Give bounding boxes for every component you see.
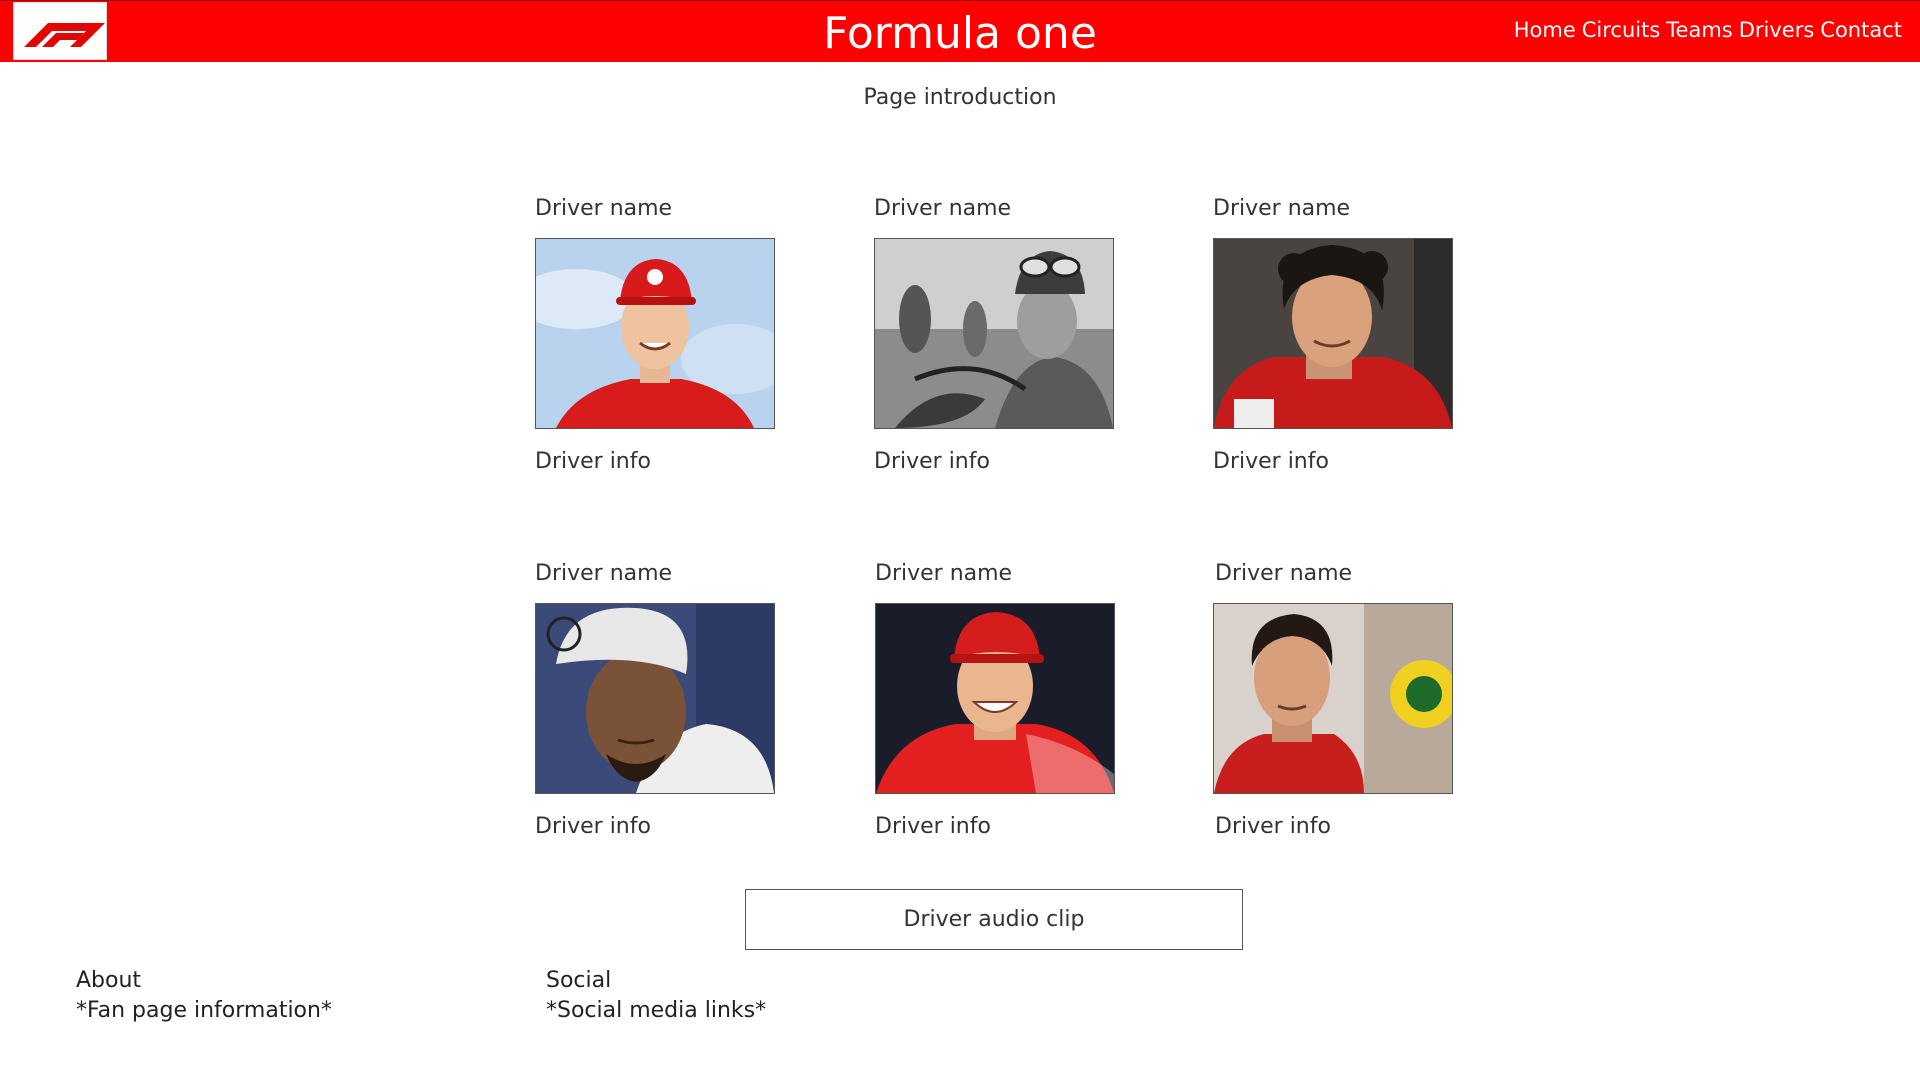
footer-about: About *Fan page information* (76, 966, 332, 1026)
driver-name: Driver name (1215, 561, 1353, 586)
driver-info: Driver info (1215, 814, 1331, 839)
driver-name: Driver name (535, 196, 673, 221)
driver-card: Driver name Driver info (1213, 194, 1453, 477)
driver-card: Driver name Driver info (875, 559, 1115, 842)
footer-social-title: Social (546, 968, 612, 993)
nav-contact[interactable]: Contact (1820, 18, 1902, 42)
driver-info: Driver info (1213, 449, 1329, 474)
driver-info: Driver info (535, 814, 651, 839)
site-header: Formula one Home Circuits Teams Drivers … (0, 0, 1920, 62)
driver-name: Driver name (535, 561, 673, 586)
driver-card: Driver name Driver info (535, 559, 775, 842)
nav-circuits[interactable]: Circuits (1582, 18, 1661, 42)
driver-photo-curly-hair-red-suit[interactable] (1213, 238, 1453, 429)
footer-about-title: About (76, 968, 142, 993)
main-nav: Home Circuits Teams Drivers Contact (1514, 18, 1902, 42)
driver-info: Driver info (875, 814, 991, 839)
driver-name: Driver name (875, 561, 1013, 586)
footer-social: Social *Social media links* (546, 966, 766, 1026)
page-introduction: Page introduction (863, 85, 1057, 110)
driver-info: Driver info (874, 449, 990, 474)
driver-photo-dark-hair-red-suit[interactable] (1213, 603, 1453, 794)
nav-home[interactable]: Home (1514, 18, 1576, 42)
footer-social-text: *Social media links* (546, 998, 767, 1023)
driver-card: Driver name Driver info (1213, 559, 1455, 842)
nav-drivers[interactable]: Drivers (1739, 18, 1815, 42)
driver-info: Driver info (535, 449, 651, 474)
driver-card: Driver name Driver info (535, 194, 775, 477)
driver-audio-clip-button[interactable]: Driver audio clip (745, 889, 1243, 950)
driver-photo-black-white-goggles[interactable] (874, 238, 1114, 429)
driver-name: Driver name (874, 196, 1012, 221)
nav-teams[interactable]: Teams (1666, 18, 1732, 42)
driver-photo-red-cap-smiling[interactable] (875, 603, 1115, 794)
driver-photo-white-cap[interactable] (535, 603, 775, 794)
driver-photo-red-cap[interactable] (535, 238, 775, 429)
driver-card: Driver name Driver info (874, 194, 1114, 477)
footer-about-text: *Fan page information* (76, 998, 332, 1023)
driver-name: Driver name (1213, 196, 1351, 221)
